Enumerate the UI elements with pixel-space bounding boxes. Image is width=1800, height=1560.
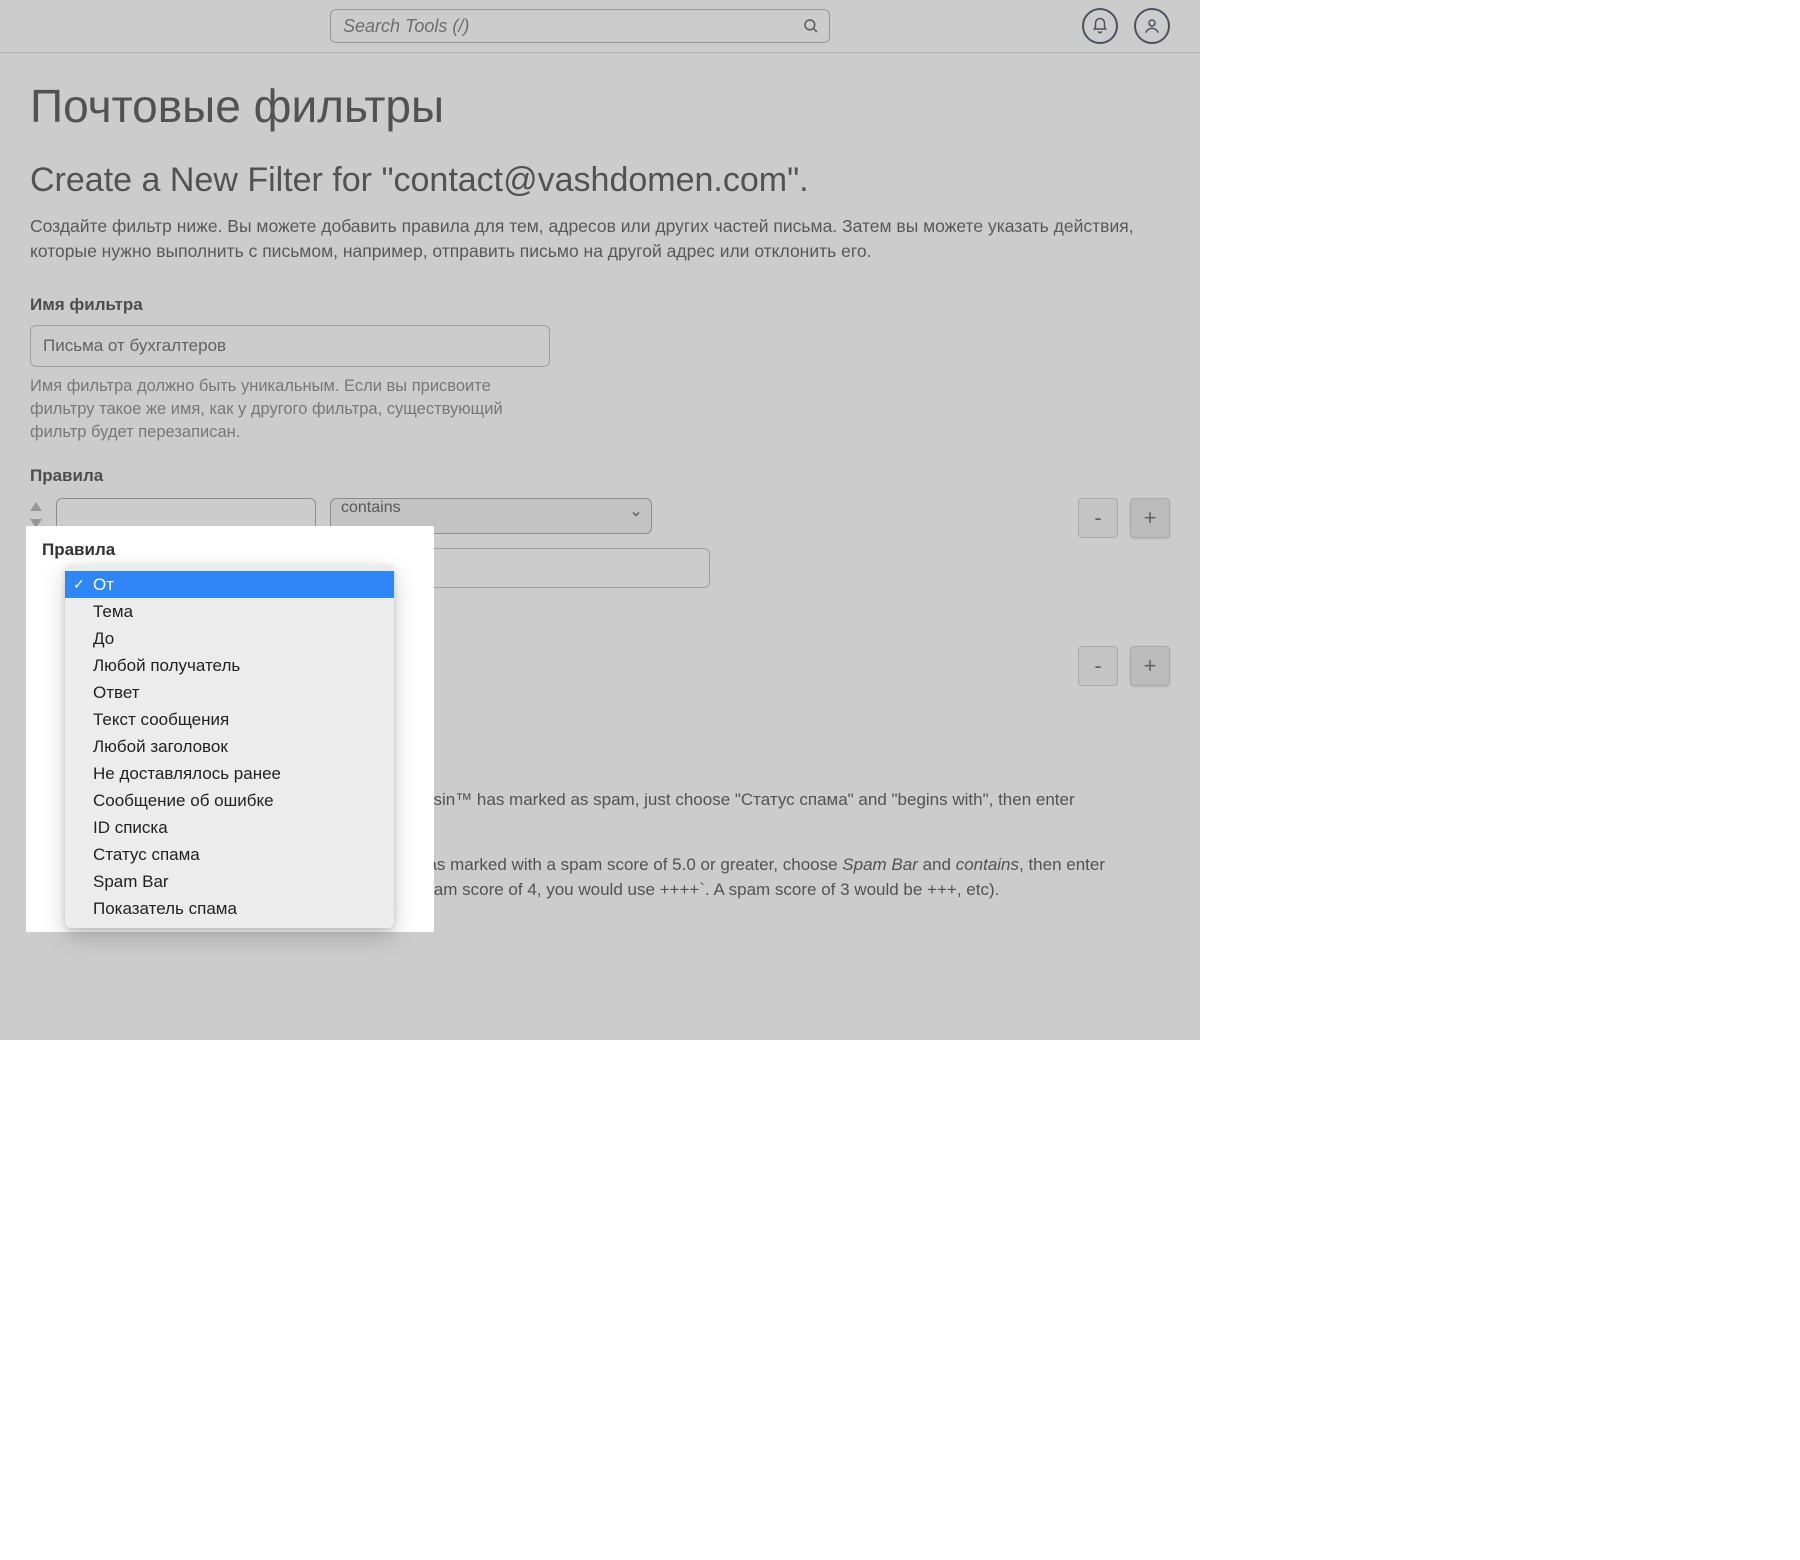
dropdown-item-label: Текст сообщения (93, 710, 229, 730)
dropdown-item[interactable]: ID списка (65, 814, 394, 841)
dropdown-item-label: От (93, 575, 114, 595)
dropdown-item-label: Любой получатель (93, 656, 240, 676)
dropdown-item[interactable]: До (65, 625, 394, 652)
dropdown-item[interactable]: Сообщение об ошибке (65, 787, 394, 814)
dropdown-item[interactable]: ✓ От (65, 571, 394, 598)
dropdown-item-label: Не доставлялось ранее (93, 764, 281, 784)
dropdown-item[interactable]: Ответ (65, 679, 394, 706)
dropdown-item-label: Статус спама (93, 845, 200, 865)
dropdown-item-label: Spam Bar (93, 872, 169, 892)
check-icon: ✓ (73, 576, 85, 593)
dropdown-item-label: Ответ (93, 683, 140, 703)
dropdown-item[interactable]: Spam Bar (65, 868, 394, 895)
dropdown-item-label: ID списка (93, 818, 168, 838)
dropdown-item[interactable]: Показатель спама (65, 895, 394, 922)
rules-label-overlay: Правила (42, 540, 434, 560)
rule-field-dropdown[interactable]: ✓ От Тема До Любой получатель Ответ Текст сооб… (65, 565, 394, 928)
dropdown-item[interactable]: Текст сообщения (65, 706, 394, 733)
dropdown-item-label: До (93, 629, 114, 649)
dropdown-item[interactable]: Тема (65, 598, 394, 625)
dropdown-item-label: Тема (93, 602, 133, 622)
dropdown-item[interactable]: Любой заголовок (65, 733, 394, 760)
dropdown-item[interactable]: Статус спама (65, 841, 394, 868)
dropdown-item-label: Любой заголовок (93, 737, 228, 757)
dropdown-item-label: Показатель спама (93, 899, 237, 919)
dropdown-item[interactable]: Любой получатель (65, 652, 394, 679)
dropdown-item-label: Сообщение об ошибке (93, 791, 274, 811)
dropdown-item[interactable]: Не доставлялось ранее (65, 760, 394, 787)
